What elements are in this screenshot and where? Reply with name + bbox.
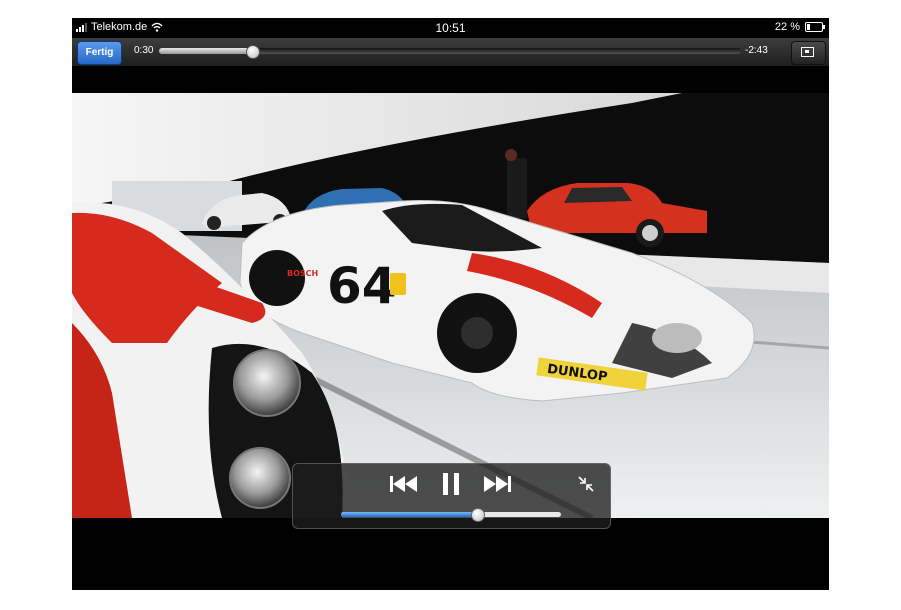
remaining-time: -2:43 xyxy=(745,45,768,56)
top-control-bar: Fertig 0:30 -2:43 xyxy=(72,38,829,67)
volume-thumb[interactable] xyxy=(471,508,486,522)
battery-fill xyxy=(807,24,811,30)
elapsed-time: 0:30 xyxy=(134,45,154,56)
car-number: 64 xyxy=(327,257,397,315)
side-sponsor: BOSCH xyxy=(287,269,318,278)
video-frame[interactable]: 64 BOSCH DUNLOP xyxy=(72,93,829,518)
skip-forward-icon[interactable] xyxy=(482,474,512,494)
scrubber-thumb[interactable] xyxy=(246,45,261,59)
volume-slider[interactable] xyxy=(341,508,561,522)
status-right: 22 % xyxy=(774,21,825,33)
video-player: Telekom.de 10:51 22 % Fertig 0:30 -2:43 xyxy=(72,18,829,590)
fit-screen-icon xyxy=(801,47,814,57)
skip-back-icon[interactable] xyxy=(389,474,419,494)
scrubber-fill xyxy=(159,48,253,54)
shrink-icon[interactable] xyxy=(577,475,595,493)
status-time: 10:51 xyxy=(435,21,466,35)
battery-icon xyxy=(805,22,825,32)
battery-percent: 22 % xyxy=(774,21,800,33)
scrubber-track[interactable] xyxy=(159,45,741,59)
playback-hud xyxy=(292,463,611,529)
status-bar: Telekom.de 10:51 22 % xyxy=(72,18,829,38)
done-button[interactable]: Fertig xyxy=(77,41,122,65)
pause-icon[interactable] xyxy=(441,472,461,496)
fit-screen-button[interactable] xyxy=(791,41,826,65)
video-scene: 64 BOSCH DUNLOP xyxy=(72,93,829,518)
volume-fill xyxy=(341,512,478,517)
